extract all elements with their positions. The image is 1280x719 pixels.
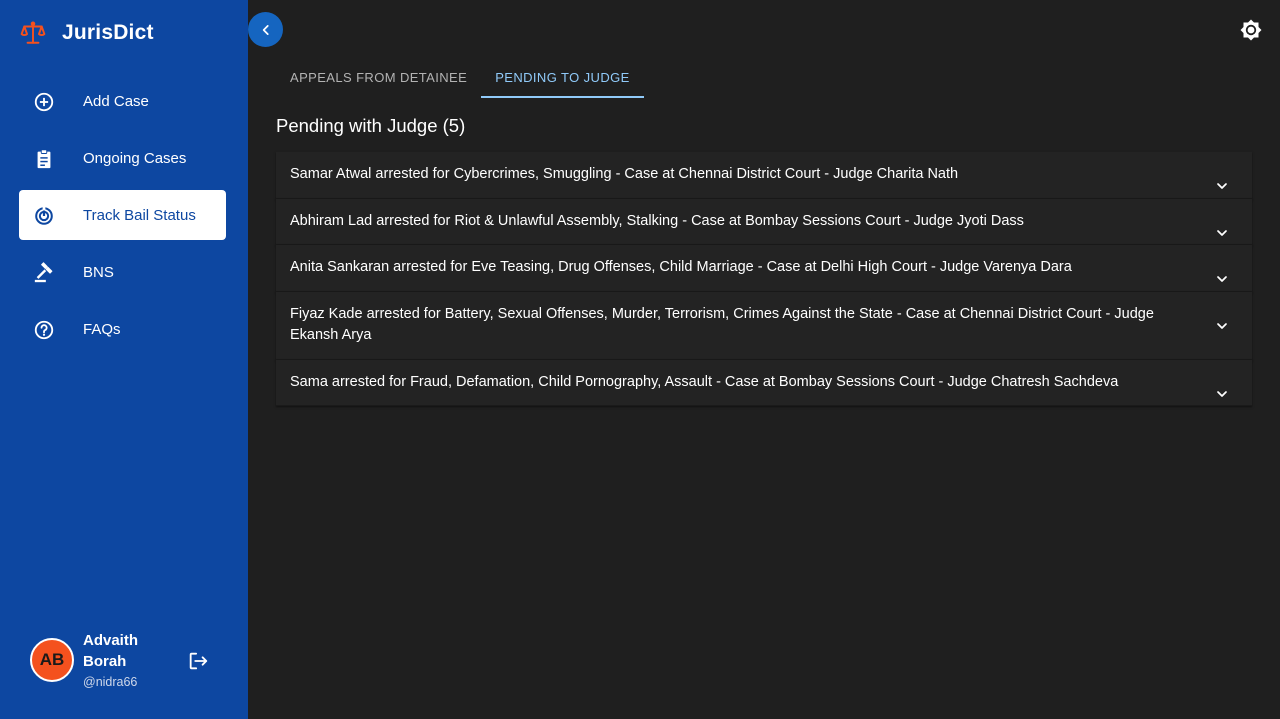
scales-icon	[20, 21, 46, 44]
brightness-icon[interactable]	[1239, 18, 1263, 42]
case-summary: Samar Atwal arrested for Cybercrimes, Sm…	[290, 166, 959, 182]
sidebar-item-label: FAQs	[83, 320, 121, 338]
chevron-down-icon	[1217, 183, 1227, 189]
user-handle: @nidra66	[83, 675, 138, 689]
case-summary: Abhiram Lad arrested for Riot & Unlawful…	[290, 212, 1024, 229]
sidebar-item-faqs[interactable]: FAQs	[19, 304, 226, 354]
case-accordion-item[interactable]: Samar Atwal arrested for Cybercrimes, Sm…	[276, 152, 1252, 199]
sidebar-item-label: Track Bail Status	[83, 206, 196, 224]
sidebar-item-label: Add Case	[83, 92, 149, 110]
case-accordion-item[interactable]: Fiyaz Kade arrested for Battery, Sexual …	[276, 291, 1252, 360]
case-accordion-item[interactable]: Sama arrested for Fraud, Defamation, Chi…	[276, 359, 1252, 406]
clipboard-icon	[37, 149, 51, 169]
sidebar-item-label: BNS	[83, 263, 114, 281]
sidebar-item-ongoing-cases[interactable]: Ongoing Cases	[19, 133, 226, 183]
sidebar-item-track-bail-status[interactable]: Track Bail Status	[19, 190, 226, 240]
add-circle-icon	[34, 92, 54, 112]
chevron-down-icon	[1217, 322, 1227, 329]
track-changes-icon	[35, 205, 53, 225]
tab-appeals-from-detainee[interactable]: APPEALS FROM DETAINEE	[276, 58, 481, 96]
sidebar-item-label: Ongoing Cases	[83, 149, 187, 167]
logout-icon[interactable]	[187, 650, 209, 672]
brand: JurisDict	[20, 18, 154, 48]
case-accordion-item[interactable]: Abhiram Lad arrested for Riot & Unlawful…	[276, 198, 1252, 245]
tab-bar: APPEALS FROM DETAINEE PENDING TO JUDGE	[276, 58, 644, 98]
sidebar-item-add-case[interactable]: Add Case	[19, 76, 226, 126]
case-summary: Sama arrested for Fraud, Defamation, Chi…	[290, 373, 1119, 390]
user-profile: AB Advaith Borah @nidra66	[30, 630, 230, 694]
case-list: Samar Atwal arrested for Cybercrimes, Sm…	[276, 152, 1252, 406]
gavel-icon	[34, 262, 53, 283]
help-circle-icon	[34, 320, 54, 340]
avatar[interactable]: AB	[30, 638, 74, 682]
collapse-sidebar-button[interactable]	[248, 12, 283, 47]
case-summary: Anita Sankaran arrested for Eve Teasing,…	[290, 259, 1072, 275]
page-title: Pending with Judge (5)	[276, 115, 466, 136]
sidebar: JurisDict Add Case Ongoing Cases Track B…	[0, 0, 248, 719]
case-accordion-item[interactable]: Anita Sankaran arrested for Eve Teasing,…	[276, 245, 1252, 292]
chevron-left-icon	[262, 24, 269, 35]
user-name: Advaith Borah	[83, 632, 139, 670]
sidebar-item-bns[interactable]: BNS	[19, 247, 226, 297]
chevron-down-icon	[1217, 390, 1227, 397]
case-summary: Fiyaz Kade arrested for Battery, Sexual …	[290, 305, 1154, 344]
brand-name: JurisDict	[62, 21, 154, 44]
chevron-down-icon	[1217, 276, 1227, 282]
chevron-down-icon	[1217, 229, 1227, 236]
tab-pending-to-judge[interactable]: PENDING TO JUDGE	[481, 58, 644, 98]
